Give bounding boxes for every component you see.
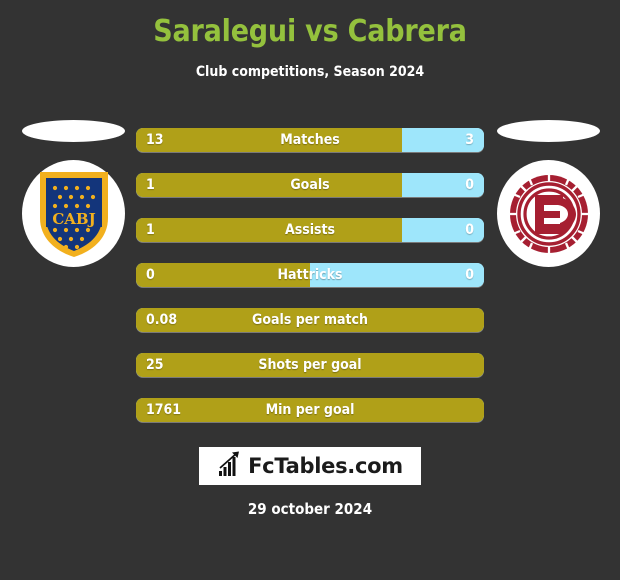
stat-bar [136,218,484,242]
page-title: Saralegui vs Cabrera [153,14,467,49]
away-team-crest [495,120,605,280]
away-value: 0 [465,222,474,238]
stat-bar [136,173,484,197]
page-subtitle: Club competitions, Season 2024 [195,64,425,80]
generated-date: 29 october 2024 [247,500,373,518]
svg-text:CABJ: CABJ [52,210,95,228]
home-value: 0.08 [146,312,178,328]
home-bar-fill [136,263,310,287]
home-value: 0 [146,267,155,283]
stat-row-shots-per-goal: 25 Shots per goal [136,353,484,377]
home-value: 1 [146,177,155,193]
stat-row-hattricks: 0 Hattricks 0 [136,263,484,287]
stats-list: 13 Matches 3 1 Goals 0 1 Assists 0 0 Hat… [136,128,484,443]
fctables-logo[interactable]: FcTables.com [199,447,421,485]
stat-row-min-per-goal: 1761 Min per goal [136,398,484,422]
crest-top-ellipse [497,120,600,142]
away-bar-fill [310,263,484,287]
stat-bar [136,398,484,422]
brand-name: FcTables.com [248,454,403,478]
stat-bar [136,263,484,287]
home-value: 25 [146,357,164,373]
away-value: 3 [465,132,474,148]
stat-bar [136,353,484,377]
home-bar-fill [136,173,402,197]
stat-row-goals: 1 Goals 0 [136,173,484,197]
bar-chart-up-icon [217,450,243,482]
crest-top-ellipse [22,120,125,142]
away-value: 0 [465,267,474,283]
lanus-crest-icon [497,160,600,267]
home-value: 1761 [146,402,182,418]
home-team-crest: CABJ [20,120,130,280]
home-bar-fill [136,308,484,332]
stat-comparison-page: Saralegui vs Cabrera Club competitions, … [0,0,620,580]
home-bar-fill [136,353,484,377]
stat-bar [136,128,484,152]
stat-bar [136,308,484,332]
boca-juniors-crest-icon: CABJ [22,160,125,267]
stat-row-assists: 1 Assists 0 [136,218,484,242]
home-value: 13 [146,132,164,148]
stat-row-matches: 13 Matches 3 [136,128,484,152]
home-bar-fill [136,398,484,422]
home-bar-fill [136,128,402,152]
home-value: 1 [146,222,155,238]
stat-row-goals-per-match: 0.08 Goals per match [136,308,484,332]
away-value: 0 [465,177,474,193]
home-bar-fill [136,218,402,242]
